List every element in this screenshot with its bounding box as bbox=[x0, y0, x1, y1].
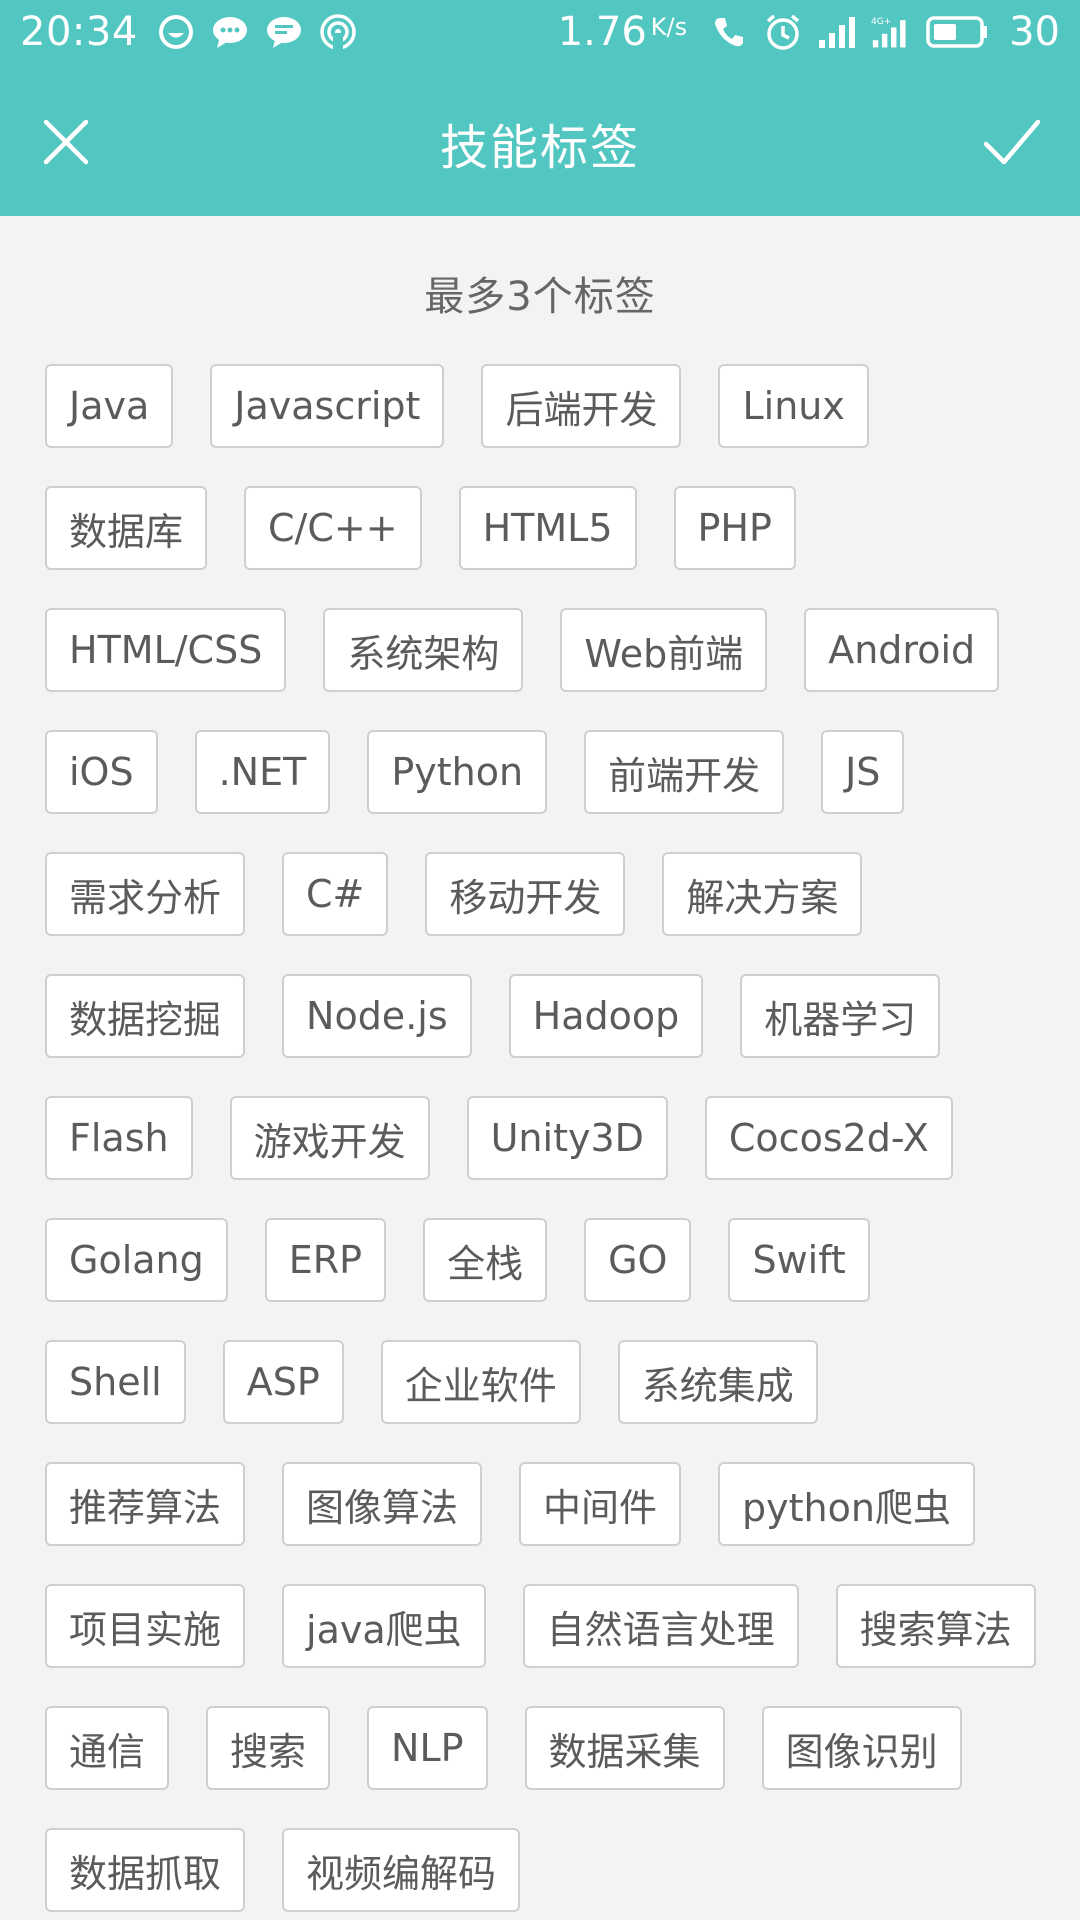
tag-chip[interactable]: 推荐算法 bbox=[45, 1462, 246, 1546]
tag-chip[interactable]: Swift bbox=[728, 1218, 870, 1302]
svg-text:4G+: 4G+ bbox=[871, 17, 891, 27]
tag-chip[interactable]: 中间件 bbox=[519, 1462, 682, 1546]
network-speed: 1.76 K/s bbox=[558, 9, 687, 55]
tag-chip[interactable]: 图像识别 bbox=[761, 1706, 962, 1790]
tag-chip[interactable]: java爬虫 bbox=[282, 1584, 486, 1668]
signal-icon bbox=[817, 12, 857, 52]
tag-chip[interactable]: 项目实施 bbox=[45, 1584, 246, 1668]
confirm-button[interactable] bbox=[982, 114, 1042, 170]
network-speed-unit: K/s bbox=[650, 13, 688, 41]
tag-chip[interactable]: HTML/CSS bbox=[45, 608, 287, 692]
alarm-icon bbox=[763, 12, 803, 52]
tag-chip[interactable]: 移动开发 bbox=[425, 852, 626, 936]
tag-chip[interactable]: 后端开发 bbox=[481, 364, 682, 448]
tag-chip[interactable]: 机器学习 bbox=[740, 974, 941, 1058]
tag-chip[interactable]: Flash bbox=[45, 1096, 193, 1180]
check-icon bbox=[983, 119, 1041, 165]
tag-chip[interactable]: Linux bbox=[718, 364, 869, 448]
status-bar: 20:34 1.76 K/s 4G+ 30 bbox=[0, 0, 1080, 64]
tag-chip[interactable]: Unity3D bbox=[466, 1096, 668, 1180]
tag-chip[interactable]: 数据抓取 bbox=[45, 1828, 246, 1912]
tag-chip[interactable]: C/C++ bbox=[244, 486, 422, 570]
tag-chip[interactable]: 数据挖掘 bbox=[45, 974, 246, 1058]
tag-chip[interactable]: 游戏开发 bbox=[229, 1096, 430, 1180]
toolbar: 技能标签 bbox=[0, 64, 1080, 216]
status-icons-right: 1.76 K/s 4G+ 30 bbox=[558, 9, 1060, 55]
tag-chip[interactable]: 通信 bbox=[45, 1706, 170, 1790]
tag-chip[interactable]: 搜索算法 bbox=[835, 1584, 1036, 1668]
tag-chip[interactable]: 解决方案 bbox=[662, 852, 863, 936]
tag-chip[interactable]: Hadoop bbox=[508, 974, 704, 1058]
tag-chip[interactable]: 企业软件 bbox=[380, 1340, 581, 1424]
page-title: 技能标签 bbox=[439, 120, 640, 176]
tag-chip[interactable]: Web前端 bbox=[560, 608, 768, 692]
tag-chip[interactable]: 需求分析 bbox=[45, 852, 246, 936]
tag-chip[interactable]: GO bbox=[584, 1218, 692, 1302]
tag-chip[interactable]: 全栈 bbox=[423, 1218, 548, 1302]
tag-chip[interactable]: 前端开发 bbox=[584, 730, 785, 814]
tag-chip[interactable]: PHP bbox=[673, 486, 796, 570]
call-icon bbox=[709, 12, 749, 52]
tag-chip[interactable]: Node.js bbox=[282, 974, 472, 1058]
tag-chip[interactable]: ASP bbox=[222, 1340, 344, 1424]
tag-chip[interactable]: Java bbox=[45, 364, 174, 448]
tag-chip[interactable]: iOS bbox=[45, 730, 158, 814]
chat-bubble-icon bbox=[210, 12, 250, 52]
tag-chip[interactable]: Cocos2d-X bbox=[704, 1096, 953, 1180]
tag-chip[interactable]: Golang bbox=[45, 1218, 228, 1302]
tag-chip[interactable]: Android bbox=[804, 608, 1000, 692]
tag-chip[interactable]: Shell bbox=[45, 1340, 186, 1424]
face-icon bbox=[156, 12, 196, 52]
tag-chip[interactable]: 搜索 bbox=[206, 1706, 331, 1790]
tag-list: Java Javascript 后端开发 Linux 数据库 C/C++ HTML5 PHP H… bbox=[45, 364, 1045, 1912]
tag-chip[interactable]: C# bbox=[282, 852, 389, 936]
tag-chip[interactable]: 数据库 bbox=[45, 486, 208, 570]
tag-limit-hint: 最多3个标签 bbox=[424, 274, 656, 320]
4g-signal-icon: 4G+ bbox=[871, 12, 911, 52]
tag-chip[interactable]: Javascript bbox=[210, 364, 445, 448]
battery-icon bbox=[925, 12, 989, 52]
tag-chip[interactable]: Python bbox=[367, 730, 548, 814]
tag-chip[interactable]: 图像算法 bbox=[282, 1462, 483, 1546]
message-icon bbox=[264, 12, 304, 52]
status-time: 20:34 bbox=[20, 9, 138, 55]
tag-chip[interactable]: python爬虫 bbox=[718, 1462, 975, 1546]
tag-chip[interactable]: JS bbox=[821, 730, 905, 814]
tag-chip[interactable]: 数据采集 bbox=[524, 1706, 725, 1790]
tag-selection-panel: 最多3个标签 Java Javascript 后端开发 Linux 数据库 C/C++ HT… bbox=[0, 216, 1080, 1920]
broadcast-icon bbox=[318, 12, 358, 52]
network-speed-value: 1.76 bbox=[557, 9, 647, 55]
tag-chip[interactable]: HTML5 bbox=[458, 486, 637, 570]
status-icons-left bbox=[156, 12, 358, 52]
tag-chip[interactable]: 系统架构 bbox=[323, 608, 524, 692]
tag-chip[interactable]: 视频编解码 bbox=[282, 1828, 521, 1912]
battery-level: 30 bbox=[1009, 9, 1060, 55]
tag-chip[interactable]: NLP bbox=[367, 1706, 488, 1790]
tag-chip[interactable]: .NET bbox=[194, 730, 331, 814]
tag-chip[interactable]: ERP bbox=[264, 1218, 387, 1302]
tag-chip[interactable]: 系统集成 bbox=[617, 1340, 818, 1424]
tag-chip[interactable]: 自然语言处理 bbox=[522, 1584, 799, 1668]
